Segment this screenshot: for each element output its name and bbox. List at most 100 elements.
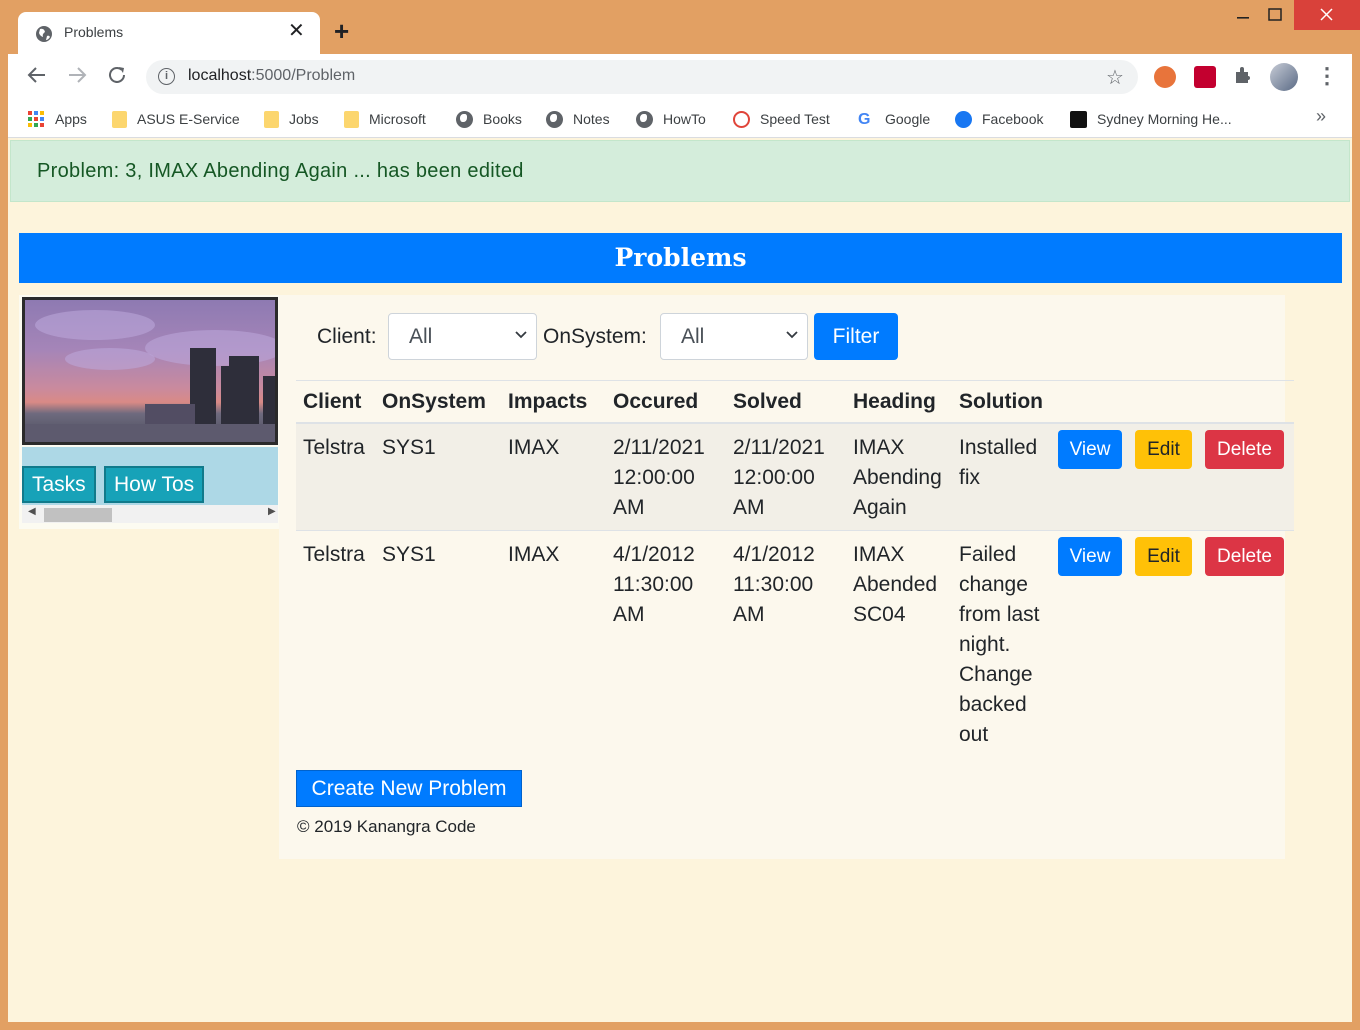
bookmark-speedtest[interactable]: Speed Test (733, 108, 830, 130)
menu-icon[interactable]: ⋮ (1316, 64, 1338, 88)
bookmark-books[interactable]: Books (456, 108, 522, 130)
cell-client: Telstra (296, 530, 375, 757)
main-content: Client: All OnSystem: All Filter Client (279, 295, 1294, 859)
puzzle-icon[interactable] (1232, 64, 1254, 91)
city-skyline-image (22, 297, 278, 445)
close-tab-icon[interactable]: ✕ (288, 21, 305, 41)
column-header: OnSystem (375, 380, 501, 424)
howtos-button[interactable]: How Tos (104, 466, 205, 503)
info-icon[interactable]: i (158, 68, 175, 85)
filter-button[interactable]: Filter (814, 313, 898, 360)
table-row: Telstra SYS1 IMAX 2/11/2021 12:00:00 AM … (296, 422, 1294, 531)
edit-button[interactable]: Edit (1135, 537, 1192, 576)
column-header: Impacts (501, 380, 606, 424)
globe-icon (456, 110, 473, 128)
column-header-actions (1056, 380, 1294, 424)
scrollbar-thumb[interactable] (44, 508, 112, 522)
page-title: Problems (19, 233, 1342, 283)
bookmark-apps[interactable]: Apps (28, 108, 87, 130)
new-tab-icon[interactable]: + (334, 18, 349, 44)
globe-icon (636, 110, 653, 128)
cell-onsystem: SYS1 (375, 422, 501, 531)
cell-impacts: IMAX (501, 530, 606, 757)
apps-icon (28, 110, 45, 128)
tab-title: Problems (64, 24, 124, 40)
table-header-row: Client OnSystem Impacts Occured Solved H… (296, 380, 1294, 424)
bookmark-smh[interactable]: Sydney Morning He... (1070, 108, 1232, 130)
footer-copyright: © 2019 Kanangra Code (297, 817, 476, 836)
url-text: localhost:5000/Problem (188, 67, 356, 84)
window-close-icon[interactable] (1294, 0, 1360, 30)
delete-button[interactable]: Delete (1205, 537, 1284, 576)
forward-icon[interactable] (66, 64, 88, 91)
smh-icon (1070, 110, 1087, 128)
cell-actions: View Edit Delete (1056, 422, 1294, 531)
onsystem-select[interactable]: All (660, 313, 808, 360)
back-icon[interactable] (26, 64, 48, 91)
browser-toolbar: i localhost:5000/Problem ☆ ⋮ (8, 54, 1352, 100)
cell-solved: 2/11/2021 12:00:00 AM (726, 422, 846, 531)
angular-icon[interactable] (1194, 66, 1216, 88)
cell-occured: 4/1/2012 11:30:00 AM (606, 530, 726, 757)
cell-heading: IMAX Abended SC04 (846, 530, 952, 757)
column-header: Solved (726, 380, 846, 424)
address-bar[interactable]: i localhost:5000/Problem ☆ (146, 60, 1138, 94)
create-new-problem-button[interactable]: Create New Problem (296, 770, 522, 807)
cell-onsystem: SYS1 (375, 530, 501, 757)
bookmarks-bar: Apps ASUS E-Service Jobs Microsoft Books… (8, 100, 1352, 138)
bookmark-microsoft[interactable]: Microsoft (344, 108, 426, 130)
scroll-right-icon[interactable]: ▶ (268, 506, 276, 517)
browser-tab[interactable]: Problems ✕ (18, 12, 320, 54)
page: Problem: 3, IMAX Abending Again ... has … (8, 138, 1352, 1022)
facebook-icon (955, 110, 972, 128)
table-row: Telstra SYS1 IMAX 4/1/2012 11:30:00 AM 4… (296, 530, 1294, 757)
edit-button[interactable]: Edit (1135, 430, 1192, 469)
bookmark-facebook[interactable]: Facebook (955, 108, 1043, 130)
delete-button[interactable]: Delete (1205, 430, 1284, 469)
browser-titlebar: Problems ✕ + (0, 0, 1360, 54)
filter-form: Client: All OnSystem: All Filter (279, 313, 1285, 361)
sidebar-scrollbar[interactable]: ◀ ▶ (22, 505, 278, 523)
view-button[interactable]: View (1058, 430, 1122, 469)
globe-icon (35, 25, 53, 48)
cell-solved: 4/1/2012 11:30:00 AM (726, 530, 846, 757)
bookmark-jobs[interactable]: Jobs (264, 108, 319, 130)
bookmark-howto[interactable]: HowTo (636, 108, 706, 130)
cell-heading: IMAX Abending Again (846, 422, 952, 531)
folder-icon (112, 110, 127, 128)
google-icon: G (858, 110, 871, 128)
globe-icon (546, 110, 563, 128)
client-select[interactable]: All (388, 313, 537, 360)
bookmark-asus[interactable]: ASUS E-Service (112, 108, 240, 130)
sidebar-nav: Tasks How Tos (22, 447, 278, 505)
sidebar: Tasks How Tos ◀ ▶ (19, 295, 279, 529)
column-header: Solution (952, 380, 1056, 424)
bookmark-google[interactable]: G Google (858, 108, 930, 130)
speedometer-icon (733, 110, 750, 128)
success-alert: Problem: 3, IMAX Abending Again ... has … (10, 140, 1350, 202)
chevron-down-icon (786, 326, 798, 342)
cell-impacts: IMAX (501, 422, 606, 531)
tasks-button[interactable]: Tasks (22, 466, 96, 503)
profile-avatar[interactable] (1270, 63, 1298, 91)
problems-table: Client OnSystem Impacts Occured Solved H… (296, 380, 1294, 757)
column-header: Occured (606, 380, 726, 424)
cell-solution: Installed fix (952, 422, 1056, 531)
onsystem-label: OnSystem: (543, 325, 647, 348)
view-button[interactable]: View (1058, 537, 1122, 576)
column-header: Client (296, 380, 375, 424)
reload-icon[interactable] (106, 64, 128, 91)
bookmark-star-icon[interactable]: ☆ (1106, 65, 1124, 90)
more-bookmarks-icon[interactable]: » (1316, 106, 1326, 127)
scroll-left-icon[interactable]: ◀ (28, 506, 36, 517)
folder-icon (344, 110, 359, 128)
folder-icon (264, 110, 279, 128)
maximize-icon[interactable] (1252, 0, 1298, 30)
bookmark-notes[interactable]: Notes (546, 108, 610, 130)
client-label: Client: (317, 325, 377, 348)
cell-actions: View Edit Delete (1056, 530, 1294, 757)
chevron-down-icon (515, 326, 527, 342)
column-header: Heading (846, 380, 952, 424)
cell-client: Telstra (296, 422, 375, 531)
extension-icon[interactable] (1154, 66, 1176, 88)
